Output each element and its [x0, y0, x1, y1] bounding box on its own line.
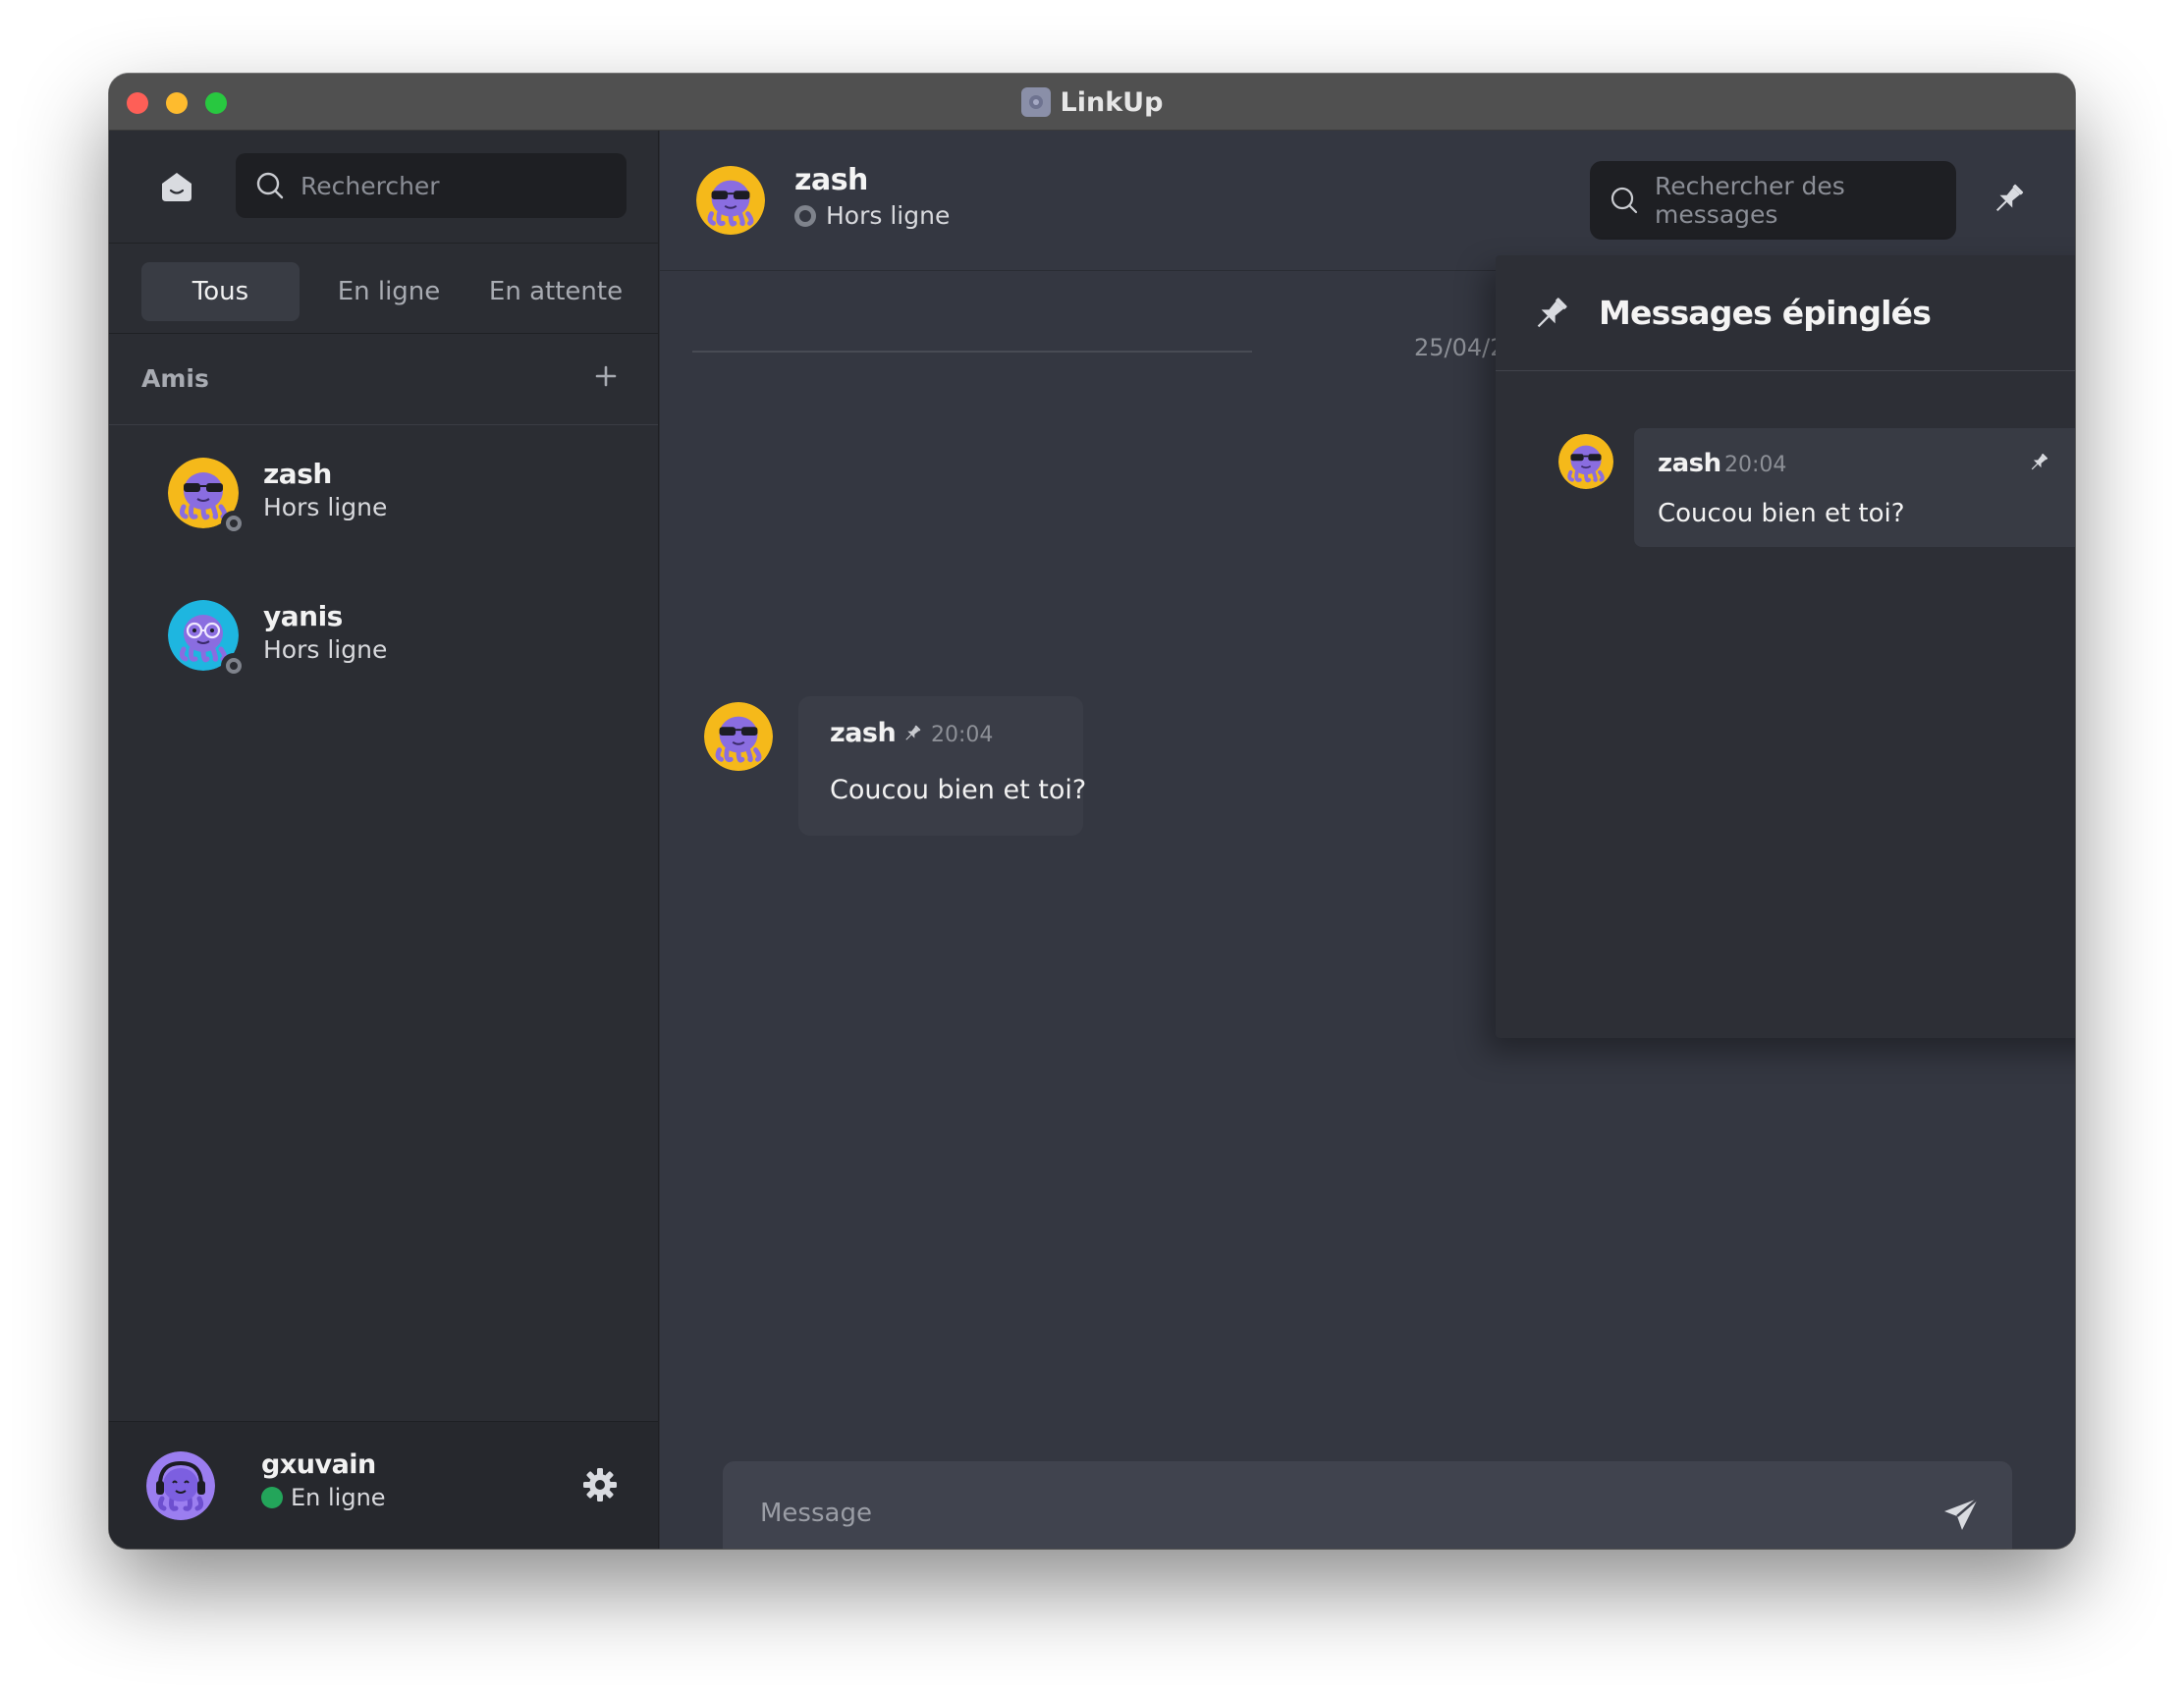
search-placeholder: Rechercher — [300, 171, 440, 200]
message-time: 20:04 — [931, 723, 994, 747]
message-search-placeholder: Rechercher des messages — [1655, 172, 1845, 229]
sidebar-header: Rechercher — [109, 131, 658, 244]
pinned-messages-pin-icon[interactable] — [1989, 180, 2028, 219]
search-icon — [1611, 187, 1638, 214]
offline-status-indicator — [221, 653, 246, 679]
message-author-group: zash — [830, 718, 923, 748]
app-window: LinkUp Rechercher Tous En ligne En atten… — [109, 74, 2075, 1549]
online-status-indicator — [261, 1487, 283, 1508]
pinned-panel-header: Messages épinglés — [1496, 255, 2075, 371]
friends-search-input[interactable]: Rechercher — [236, 153, 627, 218]
pinned-panel-title: Messages épinglés — [1599, 294, 1932, 332]
settings-gear-icon[interactable] — [580, 1465, 620, 1504]
contact-name: zash — [794, 163, 868, 197]
message-search-input[interactable]: Rechercher des messages — [1590, 161, 1956, 240]
search-icon — [256, 172, 284, 199]
friend-item-zash[interactable]: zash Hors ligne — [109, 458, 658, 575]
send-icon[interactable] — [1940, 1495, 1982, 1536]
friend-item-yanis[interactable]: yanis Hors ligne — [109, 600, 658, 718]
composer-placeholder: Message — [760, 1499, 872, 1528]
friend-filter-tabs: Tous En ligne En attente — [109, 244, 658, 334]
friends-section-header: Amis — [109, 335, 658, 425]
pin-icon — [1529, 293, 1572, 336]
pinned-message-author: zash — [1658, 449, 1721, 478]
add-friend-icon[interactable] — [592, 362, 620, 390]
pinned-messages-panel: Messages épinglés zash 20:04 Coucou bien… — [1496, 255, 2075, 1038]
message-composer-input[interactable]: Message — [723, 1461, 2012, 1549]
contact-status-text: Hors ligne — [826, 201, 951, 230]
tab-tous[interactable]: Tous — [141, 262, 300, 321]
current-user-status-text: En ligne — [291, 1484, 386, 1511]
contact-avatar-icon[interactable] — [696, 166, 765, 235]
window-title: LinkUp — [1060, 86, 1164, 118]
date-separator: 25/04/2 — [1414, 334, 1505, 361]
current-user-name: gxuvain — [261, 1449, 376, 1480]
pinned-message-avatar-icon — [1558, 434, 1613, 489]
tab-en-attente[interactable]: En attente — [472, 262, 639, 321]
current-user-status: En ligne — [261, 1484, 386, 1511]
offline-status-indicator — [221, 511, 246, 536]
friends-section-label: Amis — [141, 364, 209, 393]
current-user-panel: gxuvain En ligne — [109, 1421, 658, 1549]
date-separator-line — [692, 351, 1252, 353]
friend-name: zash — [263, 458, 332, 490]
friend-status: Hors ligne — [263, 493, 388, 521]
pinned-message-card[interactable]: zash 20:04 Coucou bien et toi? — [1634, 428, 2075, 547]
message-author: zash — [830, 718, 897, 748]
pinned-indicator-icon — [905, 725, 921, 740]
unpin-icon[interactable] — [2027, 451, 2050, 474]
chat-header: zash Hors ligne Rechercher des messages — [660, 131, 2075, 271]
contact-status: Hors ligne — [794, 201, 950, 230]
friend-avatar — [168, 458, 246, 536]
title-bar: LinkUp — [109, 74, 2075, 131]
message-bubble[interactable]: zash 20:04 Coucou bien et toi? — [798, 696, 1087, 836]
pinned-message-time: 20:04 — [1724, 453, 1787, 477]
message-avatar-icon[interactable] — [704, 702, 773, 771]
pinned-message-text: Coucou bien et toi? — [1658, 499, 1905, 528]
friend-name: yanis — [263, 600, 343, 632]
tab-en-ligne[interactable]: En ligne — [315, 262, 463, 321]
offline-status-indicator — [794, 204, 816, 227]
friend-avatar — [168, 600, 246, 679]
message-text: Coucou bien et toi? — [830, 775, 1087, 805]
window-title-group: LinkUp — [109, 74, 2075, 131]
home-logo-icon[interactable] — [158, 168, 195, 205]
app-icon — [1020, 87, 1051, 117]
friend-status: Hors ligne — [263, 635, 388, 664]
sidebar: Rechercher Tous En ligne En attente Amis — [109, 131, 659, 1549]
user-avatar-headset-icon[interactable] — [146, 1451, 215, 1520]
